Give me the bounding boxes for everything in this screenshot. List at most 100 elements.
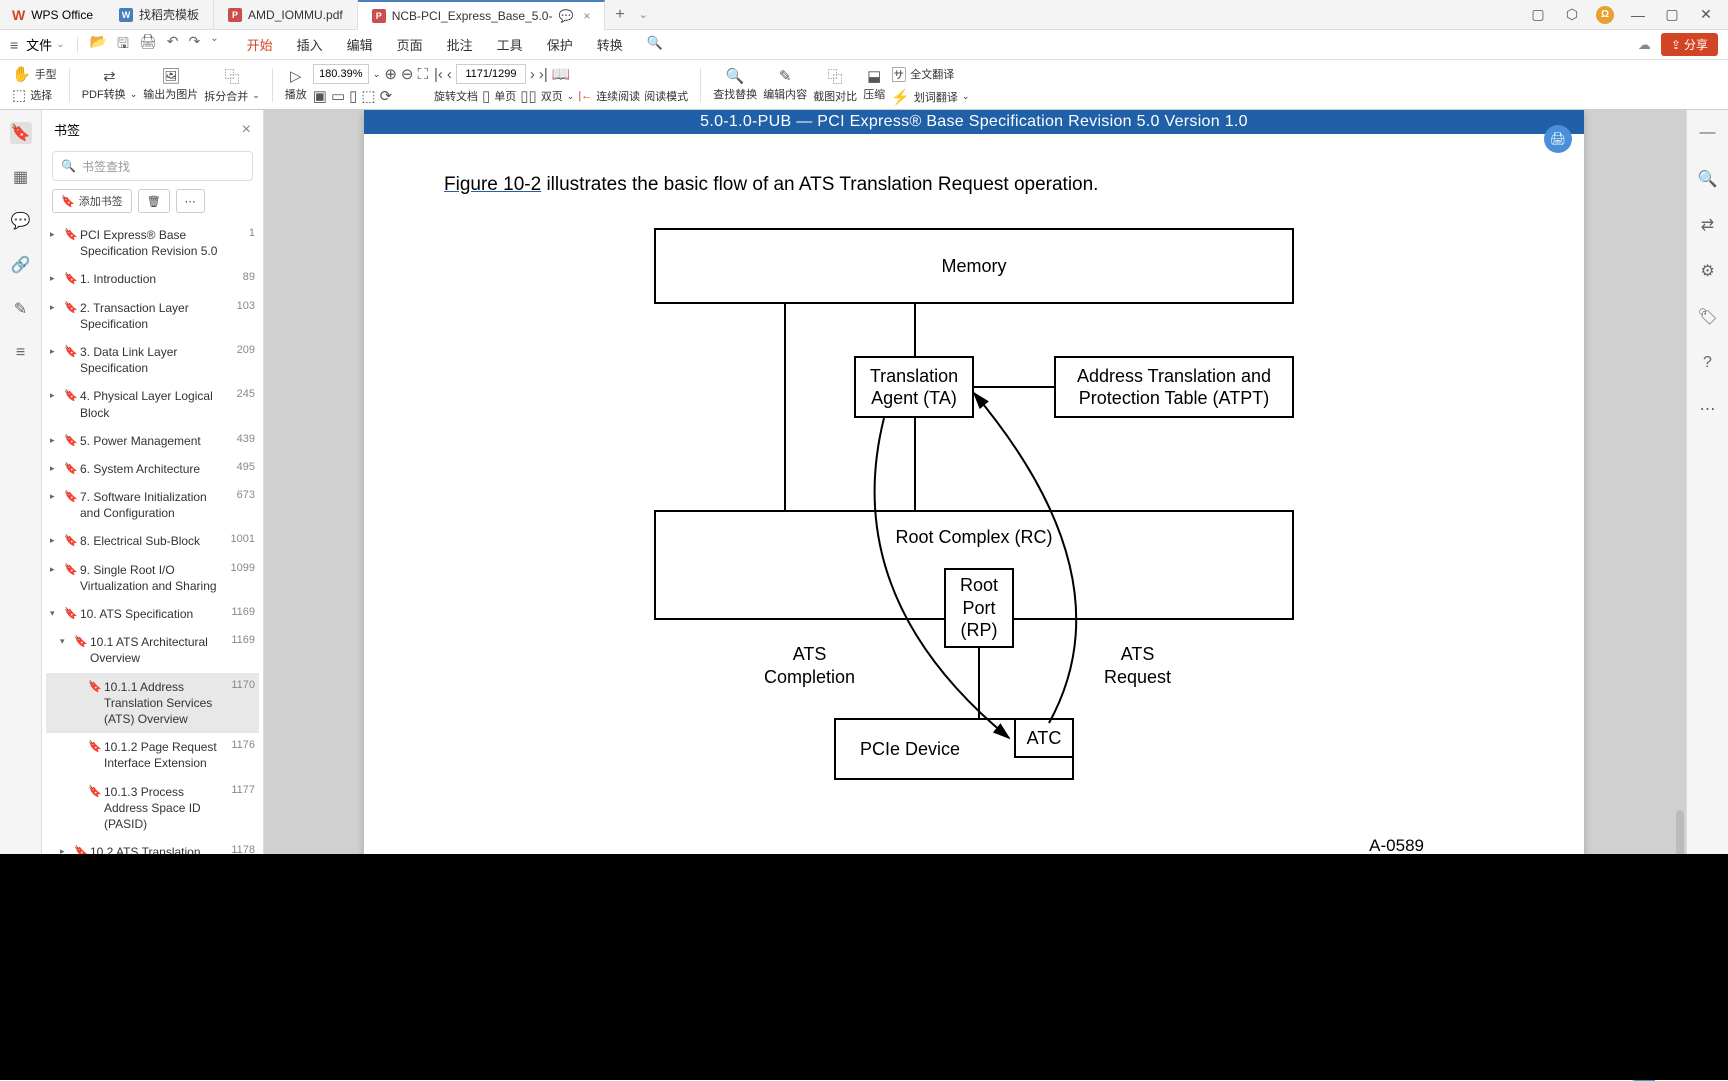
bookmark-item[interactable]: ▸ 🔖 9. Single Root I/O Virtualization an… xyxy=(46,556,259,600)
cube-icon[interactable]: ⬡ xyxy=(1562,5,1582,25)
tag-icon[interactable]: 🏷 xyxy=(1697,306,1719,328)
split-merge-button[interactable]: ⿻ 拆分合并⌄ xyxy=(204,66,260,104)
crop-icon[interactable]: ⬚ xyxy=(361,87,375,105)
bookmark-item[interactable]: ▸ 🔖 5. Power Management 439 xyxy=(46,427,259,455)
figure-link[interactable]: Figure 10-2 xyxy=(444,174,541,195)
bookmark-item[interactable]: ▸ 🔖 PCI Express® Base Specification Revi… xyxy=(46,221,259,265)
expand-arrow-icon[interactable]: ▾ xyxy=(50,606,60,619)
bookmark-search[interactable]: 🔍 书签查找 xyxy=(52,151,253,181)
select-tool[interactable]: ⬚选择 xyxy=(12,86,57,104)
attachments-icon[interactable]: 🔗 xyxy=(10,254,32,276)
tab-amd-iommu[interactable]: P AMD_IOMMU.pdf xyxy=(214,0,358,30)
bookmark-item[interactable]: ▸ 🔖 8. Electrical Sub-Block 1001 xyxy=(46,527,259,555)
bookmark-more-button[interactable]: ⋯ xyxy=(176,189,205,213)
bookmark-item[interactable]: ▸ 🔖 7. Software Initialization and Confi… xyxy=(46,483,259,527)
close-icon[interactable]: × xyxy=(583,9,590,23)
double-page-icon[interactable]: ▯▯ xyxy=(520,87,537,105)
tab-menu-button[interactable]: ⌄ xyxy=(639,8,648,21)
minimize-rail-icon[interactable]: — xyxy=(1697,122,1719,144)
bookmark-item[interactable]: ▸ 🔖 6. System Architecture 495 xyxy=(46,455,259,483)
expand-arrow-icon[interactable]: ▸ xyxy=(50,388,60,401)
open-icon[interactable]: 📂 xyxy=(90,33,107,57)
first-page-icon[interactable]: |‹ xyxy=(434,66,443,83)
chat-icon[interactable]: 💬 xyxy=(558,9,573,23)
close-button[interactable]: ✕ xyxy=(1696,5,1716,25)
bookmark-item[interactable]: ▾ 🔖 10.1 ATS Architectural Overview 1169 xyxy=(46,628,259,672)
bookmark-panel-icon[interactable]: 🔖 xyxy=(10,122,32,144)
bookmark-item[interactable]: 🔖 10.1.2 Page Request Interface Extensio… xyxy=(46,733,259,777)
term-translate-button[interactable]: ⚡划词翻译⌄ xyxy=(891,88,969,106)
new-tab-button[interactable]: + xyxy=(605,6,634,24)
floating-tool-icon[interactable]: 🖨 xyxy=(1544,125,1572,153)
transfer-icon[interactable]: ⇄ xyxy=(1697,214,1719,236)
tab-tools[interactable]: 工具 xyxy=(497,35,523,54)
expand-arrow-icon[interactable]: ▸ xyxy=(50,433,60,446)
expand-arrow-icon[interactable] xyxy=(74,679,84,681)
bookmark-item[interactable]: ▸ 🔖 2. Transaction Layer Specification 1… xyxy=(46,294,259,338)
page-input[interactable] xyxy=(456,64,526,84)
full-translate-button[interactable]: 🈂全文翻译 xyxy=(891,64,969,85)
bookmark-item[interactable]: ▸ 🔖 3. Data Link Layer Specification 209 xyxy=(46,338,259,382)
zoom-out-icon[interactable]: ⊖ xyxy=(401,65,414,83)
next-page-icon[interactable]: › xyxy=(530,66,535,83)
single-page-icon[interactable]: ▯ xyxy=(482,87,490,105)
bookmark-item[interactable]: 🔖 10.1.3 Process Address Space ID (PASID… xyxy=(46,778,259,839)
help-icon[interactable]: ? xyxy=(1697,352,1719,374)
tab-insert[interactable]: 插入 xyxy=(297,35,323,54)
minimize-button[interactable]: — xyxy=(1628,5,1648,25)
prev-page-icon[interactable]: ‹ xyxy=(447,66,452,83)
delete-bookmark-button[interactable]: 🗑 xyxy=(138,189,170,213)
hand-tool[interactable]: ✋手型 xyxy=(12,65,57,83)
rotate-button[interactable]: 旋转文档 xyxy=(434,88,478,104)
maximize-button[interactable]: ▢ xyxy=(1662,5,1682,25)
comments-icon[interactable]: 💬 xyxy=(10,210,32,232)
tab-pci-express[interactable]: P NCB-PCI_Express_Base_5.0- 💬 × xyxy=(358,0,606,30)
tab-edit[interactable]: 编辑 xyxy=(347,35,373,54)
bookmark-item[interactable]: ▸ 🔖 1. Introduction 89 xyxy=(46,265,259,293)
expand-arrow-icon[interactable]: ▸ xyxy=(50,489,60,502)
edit-content-button[interactable]: ✎编辑内容 xyxy=(763,67,807,102)
add-bookmark-button[interactable]: 🔖添加书签 xyxy=(52,189,132,213)
expand-arrow-icon[interactable]: ▸ xyxy=(50,562,60,575)
tab-convert[interactable]: 转换 xyxy=(597,35,623,54)
expand-arrow-icon[interactable]: ▸ xyxy=(50,344,60,357)
edit-panel-icon[interactable]: ✎ xyxy=(10,298,32,320)
continuous-icon[interactable]: |← xyxy=(578,90,592,102)
print-icon[interactable]: 🖨 xyxy=(139,33,157,57)
settings-icon[interactable]: ⚙ xyxy=(1697,260,1719,282)
expand-arrow-icon[interactable]: ▸ xyxy=(50,533,60,546)
undo-icon[interactable]: ↶ xyxy=(167,33,179,57)
compress-button[interactable]: ⬓压缩 xyxy=(863,67,885,102)
avatar[interactable]: Ω xyxy=(1596,6,1614,24)
expand-arrow-icon[interactable] xyxy=(74,739,84,741)
redo-icon[interactable]: ↷ xyxy=(188,33,200,57)
last-page-icon[interactable]: ›| xyxy=(539,66,548,83)
chevron-down-icon[interactable]: ⌄ xyxy=(373,69,381,80)
read-mode-button[interactable]: 阅读模式 xyxy=(644,88,688,104)
tab-protect[interactable]: 保护 xyxy=(547,35,573,54)
screenshot-compare-button[interactable]: ⿻截图对比 xyxy=(813,66,857,104)
tab-start[interactable]: 开始 xyxy=(247,35,273,54)
export-image-button[interactable]: 🖼 输出为图片 xyxy=(143,67,198,102)
more-rail-icon[interactable]: ⋯ xyxy=(1697,398,1719,420)
expand-arrow-icon[interactable] xyxy=(74,784,84,786)
search-rail-icon[interactable]: 🔍 xyxy=(1697,168,1719,190)
bookmark-item[interactable]: ▸ 🔖 4. Physical Layer Logical Block 245 xyxy=(46,382,259,426)
rotate-icon[interactable]: ⟳ xyxy=(380,87,393,105)
tab-page[interactable]: 页面 xyxy=(397,35,423,54)
fit-page-icon[interactable]: ▯ xyxy=(349,87,357,105)
tab-template[interactable]: W 找稻壳模板 xyxy=(105,0,214,30)
share-button[interactable]: ⇪ 分享 xyxy=(1661,33,1718,56)
file-menu[interactable]: 文件 ⌄ xyxy=(26,35,64,54)
fit-width-icon[interactable]: ▭ xyxy=(331,87,345,105)
layers-icon[interactable]: ≡ xyxy=(10,342,32,364)
close-icon[interactable]: × xyxy=(242,121,251,139)
bookmark-item[interactable]: ▾ 🔖 10. ATS Specification 1169 xyxy=(46,600,259,628)
fit-icon[interactable]: ⛶ xyxy=(417,66,428,83)
play-button[interactable]: ▷ 播放 xyxy=(285,67,307,102)
zoom-in-icon[interactable]: ⊕ xyxy=(384,65,397,83)
actual-size-icon[interactable]: ▣ xyxy=(313,87,327,105)
book-icon[interactable]: 📖 xyxy=(552,65,571,83)
cloud-icon[interactable]: ☁ xyxy=(1638,37,1651,53)
hamburger-icon[interactable]: ≡ xyxy=(10,37,18,53)
